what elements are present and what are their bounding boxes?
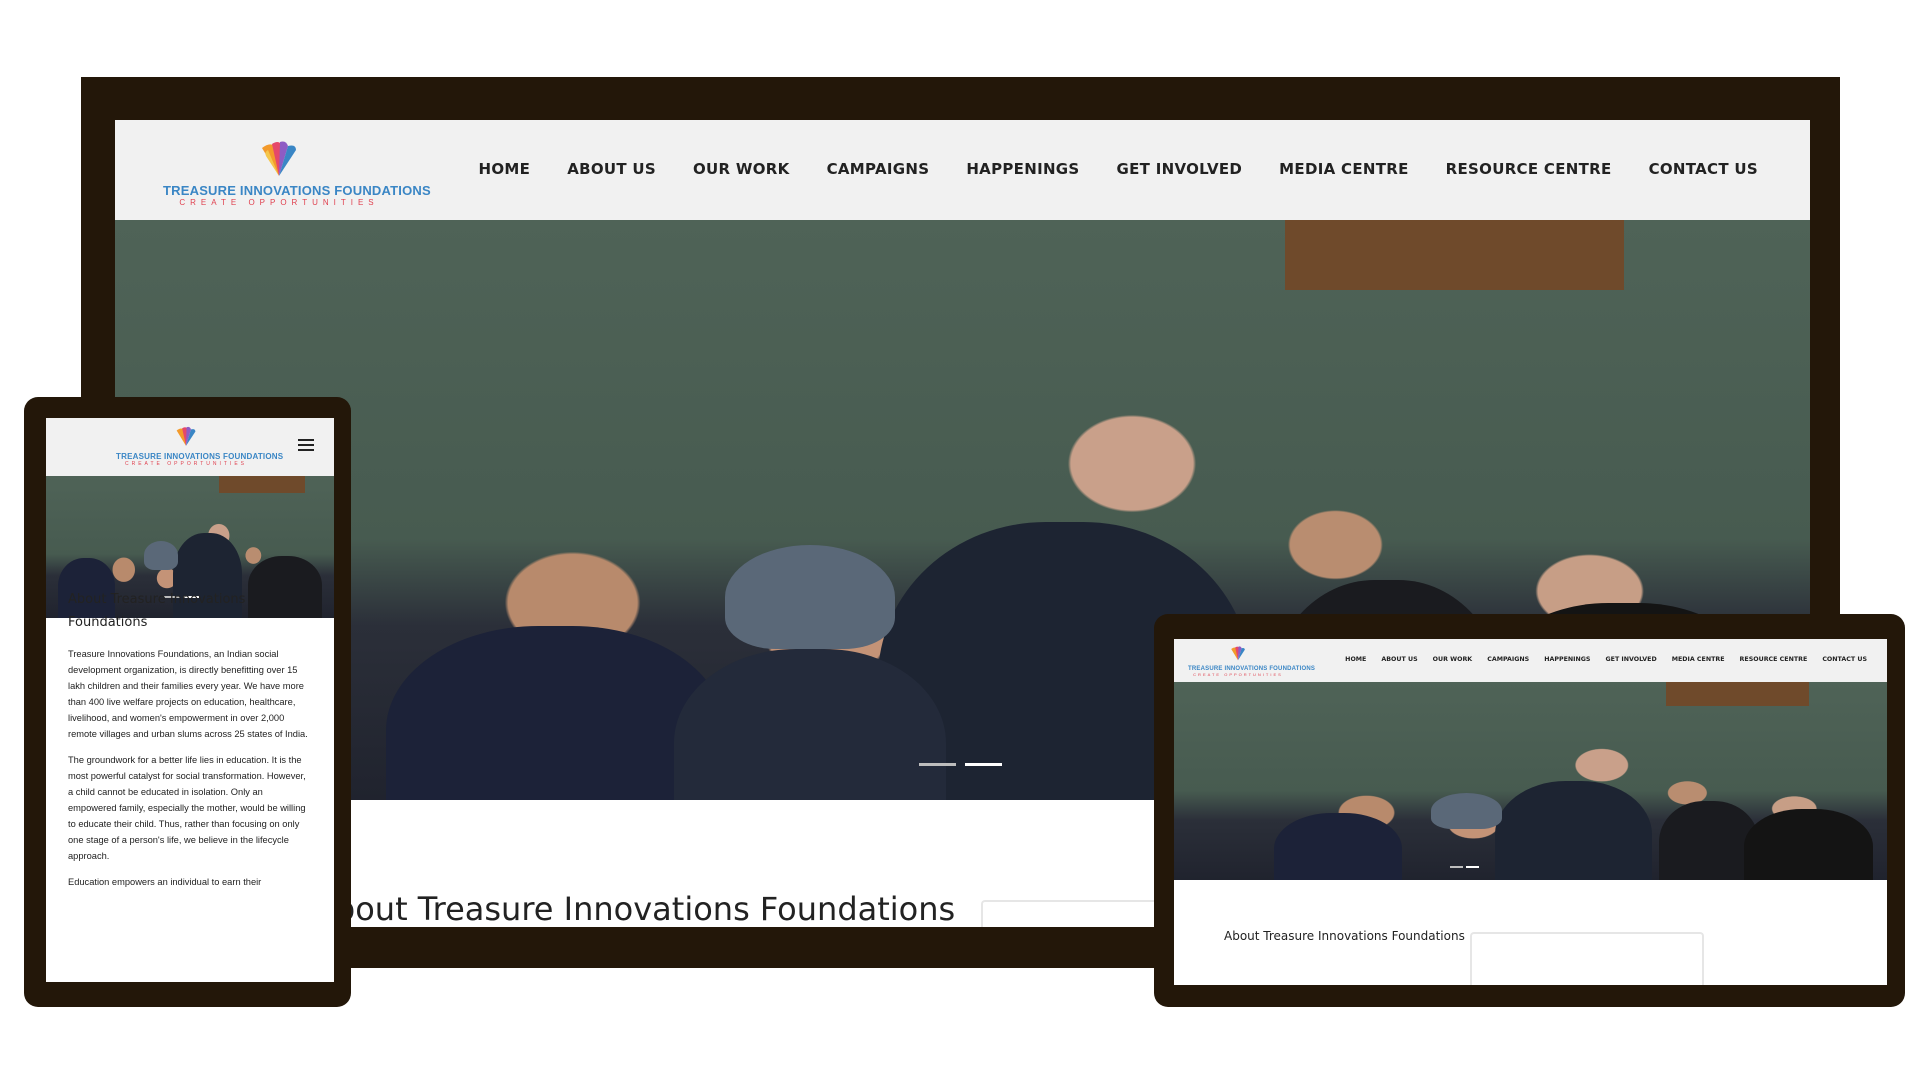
fan-logo-icon: [1231, 646, 1245, 661]
brand-tagline: CREATE OPPORTUNITIES: [124, 461, 248, 467]
nav-happenings[interactable]: HAPPENINGS: [966, 160, 1079, 178]
site-logo[interactable]: TREASURE INNOVATIONS FOUNDATIONS CREATE …: [116, 425, 284, 467]
nav-home[interactable]: HOME: [479, 160, 531, 178]
classroom-board: [218, 476, 306, 494]
brand-name: TREASURE INNOVATIONS FOUNDATIONS: [163, 183, 431, 198]
classroom-board: [1284, 220, 1624, 290]
slider-dot[interactable]: [1450, 866, 1463, 868]
photo-figure: [674, 649, 946, 800]
nav-resource-centre[interactable]: RESOURCE CENTRE: [1740, 656, 1808, 663]
brand-name: TREASURE INNOVATIONS FOUNDATIONS: [116, 452, 284, 461]
nav-home[interactable]: HOME: [1345, 656, 1366, 663]
nav-media-centre[interactable]: MEDIA CENTRE: [1672, 656, 1725, 663]
site-logo[interactable]: TREASURE INNOVATIONS FOUNDATIONS CREATE …: [1188, 645, 1315, 677]
slider-dot-active[interactable]: [1466, 866, 1479, 868]
nav-contact-us[interactable]: CONTACT US: [1822, 656, 1867, 663]
nav-campaigns[interactable]: CAMPAIGNS: [1487, 656, 1529, 663]
slider-dots[interactable]: [919, 763, 1002, 766]
main-nav: HOME ABOUT US OUR WORK CAMPAIGNS HAPPENI…: [479, 160, 1759, 178]
photo-figure: [725, 544, 895, 650]
nav-about-us[interactable]: ABOUT US: [1381, 656, 1417, 663]
fan-logo-icon: [262, 141, 296, 176]
site-logo[interactable]: TREASURE INNOVATIONS FOUNDATIONS CREATE …: [163, 138, 431, 207]
site-header: TREASURE INNOVATIONS FOUNDATIONS CREATE …: [115, 120, 1810, 220]
about-paragraph: The groundwork for a better life lies in…: [68, 755, 306, 861]
nav-get-involved[interactable]: GET INVOLVED: [1605, 656, 1656, 663]
main-nav: HOME ABOUT US OUR WORK CAMPAIGNS HAPPENI…: [1345, 656, 1867, 663]
nav-about-us[interactable]: ABOUT US: [567, 160, 656, 178]
phone-screen: TREASURE INNOVATIONS FOUNDATIONS CREATE …: [46, 418, 334, 982]
photo-figure: [1744, 808, 1873, 880]
about-section: About Treasure Innovations Foundations T…: [68, 588, 312, 900]
nav-our-work[interactable]: OUR WORK: [1433, 656, 1473, 663]
nav-resource-centre[interactable]: RESOURCE CENTRE: [1446, 160, 1612, 178]
classroom-board: [1665, 682, 1809, 706]
nav-contact-us[interactable]: CONTACT US: [1649, 160, 1758, 178]
photo-figure: [1430, 792, 1502, 829]
slider-dots[interactable]: [1450, 866, 1479, 868]
hero-slider-photo: [1174, 682, 1887, 880]
tablet-device-frame: TREASURE INNOVATIONS FOUNDATIONS CREATE …: [1154, 614, 1905, 1007]
nav-media-centre[interactable]: MEDIA CENTRE: [1279, 160, 1408, 178]
site-header: TREASURE INNOVATIONS FOUNDATIONS CREATE …: [1174, 639, 1887, 682]
fan-logo-icon: [176, 426, 196, 446]
nav-get-involved[interactable]: GET INVOLVED: [1117, 160, 1243, 178]
about-paragraph: Education empowers an individual to earn…: [68, 877, 262, 887]
site-header: TREASURE INNOVATIONS FOUNDATIONS CREATE …: [46, 418, 334, 476]
about-paragraph: Treasure Innovations Foundations, an Ind…: [68, 649, 308, 739]
about-heading: About Treasure Innovations Foundations: [68, 592, 246, 630]
slider-dot-active[interactable]: [965, 763, 1002, 766]
about-heading: About Treasure Innovations Foundations: [313, 890, 956, 927]
nav-our-work[interactable]: OUR WORK: [693, 160, 790, 178]
side-card: [1470, 932, 1704, 985]
photo-figure: [1494, 781, 1652, 880]
photo-figure: [143, 541, 179, 570]
tablet-screen: TREASURE INNOVATIONS FOUNDATIONS CREATE …: [1174, 639, 1887, 985]
phone-device-frame: TREASURE INNOVATIONS FOUNDATIONS CREATE …: [24, 397, 351, 1007]
slider-dot[interactable]: [919, 763, 956, 766]
about-heading: About Treasure Innovations Foundations: [1224, 929, 1465, 943]
brand-tagline: CREATE OPPORTUNITIES: [1193, 672, 1283, 677]
nav-happenings[interactable]: HAPPENINGS: [1544, 656, 1590, 663]
brand-tagline: CREATE OPPORTUNITIES: [179, 198, 379, 207]
photo-figure: [1273, 812, 1403, 880]
hamburger-menu-icon[interactable]: [298, 439, 314, 451]
nav-campaigns[interactable]: CAMPAIGNS: [827, 160, 930, 178]
